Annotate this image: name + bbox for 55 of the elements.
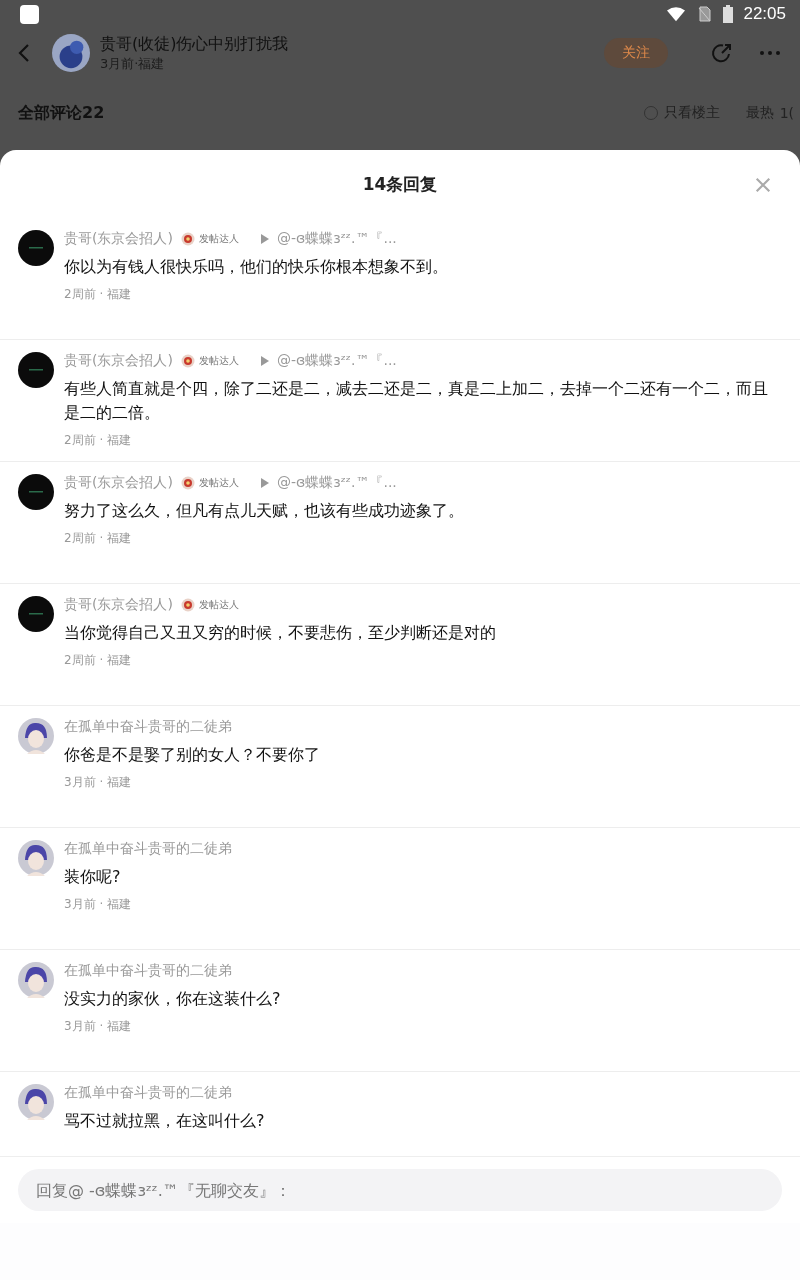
reply-target[interactable]: @-ɞ蝶蝶ɜᶻᶻ.™『...	[276, 230, 397, 248]
user-avatar[interactable]	[18, 596, 54, 632]
reply-arrow-icon	[260, 356, 269, 366]
badge-icon	[180, 354, 195, 368]
user-name[interactable]: 在孤单中奋斗贵哥的二徒弟	[64, 1084, 232, 1102]
user-avatar[interactable]	[18, 352, 54, 388]
author-avatar[interactable]	[52, 34, 90, 72]
battery-icon	[723, 5, 734, 23]
reply-meta: 2周前 · 福建	[64, 286, 133, 303]
status-time: 22:05	[743, 4, 786, 24]
user-avatar[interactable]	[18, 230, 54, 266]
user-name[interactable]: 贵哥(东京会招人)	[64, 474, 173, 492]
user-name[interactable]: 贵哥(东京会招人)	[64, 596, 173, 614]
author-name[interactable]: 贵哥(收徒)伤心中别打扰我	[100, 33, 289, 55]
reply-meta: 3月前 · 福建	[64, 1018, 133, 1035]
user-name[interactable]: 贵哥(东京会招人)	[64, 352, 173, 370]
user-name[interactable]: 在孤单中奋斗贵哥的二徒弟	[64, 840, 232, 858]
reply-meta: 3月前 · 福建	[64, 774, 133, 791]
user-avatar[interactable]	[18, 962, 54, 998]
sheet-title: 14条回复	[362, 172, 438, 196]
reply-arrow-icon	[260, 234, 269, 244]
reply-text: 骂不过就拉黑，在这叫什么?	[64, 1110, 266, 1132]
reply-meta: 2周前 · 福建	[64, 432, 133, 449]
badge-label: 发帖达人	[198, 354, 239, 368]
reply-text: 有些人简直就是个四，除了二还是二，减去二还是二，真是二上加二，去掉一个二还有一个二，而且是二的二倍。	[64, 378, 769, 424]
reply-text: 你爸是不是娶了别的女人？不要你了	[64, 744, 321, 766]
user-avatar[interactable]	[18, 840, 54, 876]
user-name[interactable]: 在孤单中奋斗贵哥的二徒弟	[64, 718, 232, 736]
comments-title: 全部评论22	[18, 102, 105, 124]
user-name[interactable]: 贵哥(东京会招人)	[64, 230, 173, 248]
user-avatar[interactable]	[18, 474, 54, 510]
notification-icon	[20, 4, 39, 24]
reply-meta: 2周前 · 福建	[64, 530, 133, 547]
reply-meta: 3月前 · 福建	[64, 896, 133, 913]
badge-icon	[180, 232, 195, 246]
badge-icon	[180, 476, 195, 490]
wifi-icon	[667, 6, 686, 22]
badge-label: 发帖达人	[198, 476, 239, 490]
reply-text: 努力了这么久，但凡有点儿天赋，也该有些成功迹象了。	[64, 500, 465, 522]
user-name[interactable]: 在孤单中奋斗贵哥的二徒弟	[64, 962, 232, 980]
reply-text: 装你呢?	[64, 866, 122, 888]
reply-text: 没实力的家伙，你在这装什么?	[64, 988, 282, 1010]
reply-target[interactable]: @-ɞ蝶蝶ɜᶻᶻ.™『...	[276, 352, 397, 370]
reply-target[interactable]: @-ɞ蝶蝶ɜᶻᶻ.™『...	[276, 474, 397, 492]
user-avatar[interactable]	[18, 1084, 54, 1120]
badge-label: 发帖达人	[198, 232, 239, 246]
badge-label: 发帖达人	[198, 598, 239, 612]
reply-text: 当你觉得自己又丑又穷的时候，不要悲伤，至少判断还是对的	[64, 622, 497, 644]
reply-meta: 2周前 · 福建	[64, 652, 133, 669]
reply-arrow-icon	[260, 478, 269, 488]
follow-button[interactable]: 关注	[604, 38, 668, 68]
badge-icon	[180, 598, 195, 612]
user-avatar[interactable]	[18, 718, 54, 754]
reply-input-field[interactable]: 回复@ -ɞ蝶蝶ɜᶻᶻ.™『无聊交友』：	[18, 1169, 782, 1211]
reply-text: 你以为有钱人很快乐吗，他们的快乐你根本想象不到。	[64, 256, 449, 278]
